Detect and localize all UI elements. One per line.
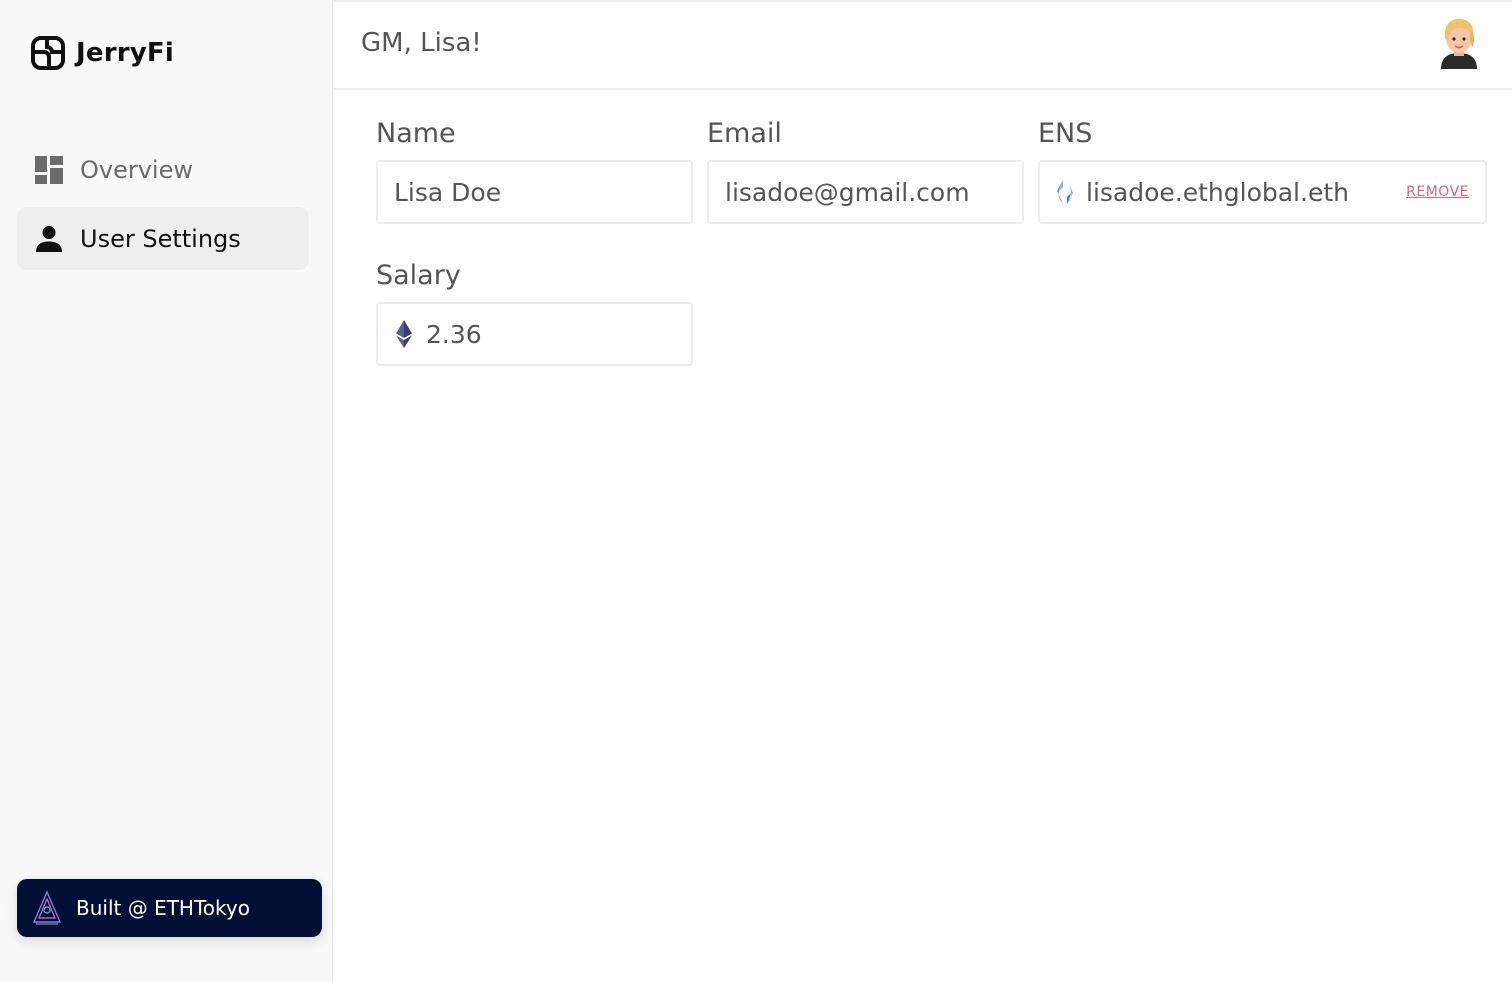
- email-input[interactable]: [725, 177, 1006, 207]
- sidebar-item-label: User Settings: [80, 224, 241, 253]
- salary-label: Salary: [376, 260, 461, 291]
- salary-input[interactable]: [426, 319, 675, 349]
- built-at-ethtokyo-badge[interactable]: Built @ ETHTokyo: [17, 879, 322, 937]
- name-input[interactable]: [394, 177, 675, 207]
- badge-label: Built @ ETHTokyo: [76, 896, 250, 920]
- name-label: Name: [376, 118, 456, 149]
- jerryfi-logo-icon: [31, 36, 65, 70]
- email-input-box[interactable]: [707, 160, 1024, 224]
- dashboard-icon: [34, 155, 64, 185]
- ethtokyo-logo-icon: [32, 890, 62, 925]
- sidebar-item-overview[interactable]: Overview: [17, 138, 309, 201]
- sidebar-item-label: Overview: [80, 155, 193, 184]
- ethereum-icon: [396, 320, 412, 348]
- greeting-text: GM, Lisa!: [361, 28, 482, 58]
- salary-field: Salary: [376, 260, 693, 366]
- name-input-box[interactable]: [376, 160, 693, 224]
- top-bar: GM, Lisa!: [333, 0, 1512, 90]
- sidebar: JerryFi Overview User Settings Built @ E…: [0, 0, 333, 982]
- salary-input-box[interactable]: [376, 302, 693, 366]
- brand[interactable]: JerryFi: [30, 35, 174, 71]
- ens-input-box: lisadoe.ethglobal.eth REMOVE: [1038, 160, 1487, 224]
- user-avatar[interactable]: [1435, 17, 1483, 69]
- email-label: Email: [707, 118, 782, 149]
- user-icon: [34, 224, 64, 254]
- brand-name: JerryFi: [76, 38, 174, 68]
- ens-value: lisadoe.ethglobal.eth: [1086, 177, 1349, 207]
- email-field: Email: [707, 118, 1024, 224]
- sidebar-item-user-settings[interactable]: User Settings: [17, 207, 309, 270]
- app-root: JerryFi Overview User Settings Built @ E…: [0, 0, 1512, 982]
- ens-field: ENS lisadoe.ethglobal.eth REMOVE: [1038, 118, 1487, 224]
- ens-label: ENS: [1038, 118, 1093, 149]
- name-field: Name: [376, 118, 693, 224]
- main-content: GM, Lisa! Name Email: [333, 0, 1512, 982]
- sidebar-nav: Overview User Settings: [17, 138, 309, 276]
- remove-ens-button[interactable]: REMOVE: [1406, 184, 1469, 200]
- ens-icon: [1057, 180, 1073, 204]
